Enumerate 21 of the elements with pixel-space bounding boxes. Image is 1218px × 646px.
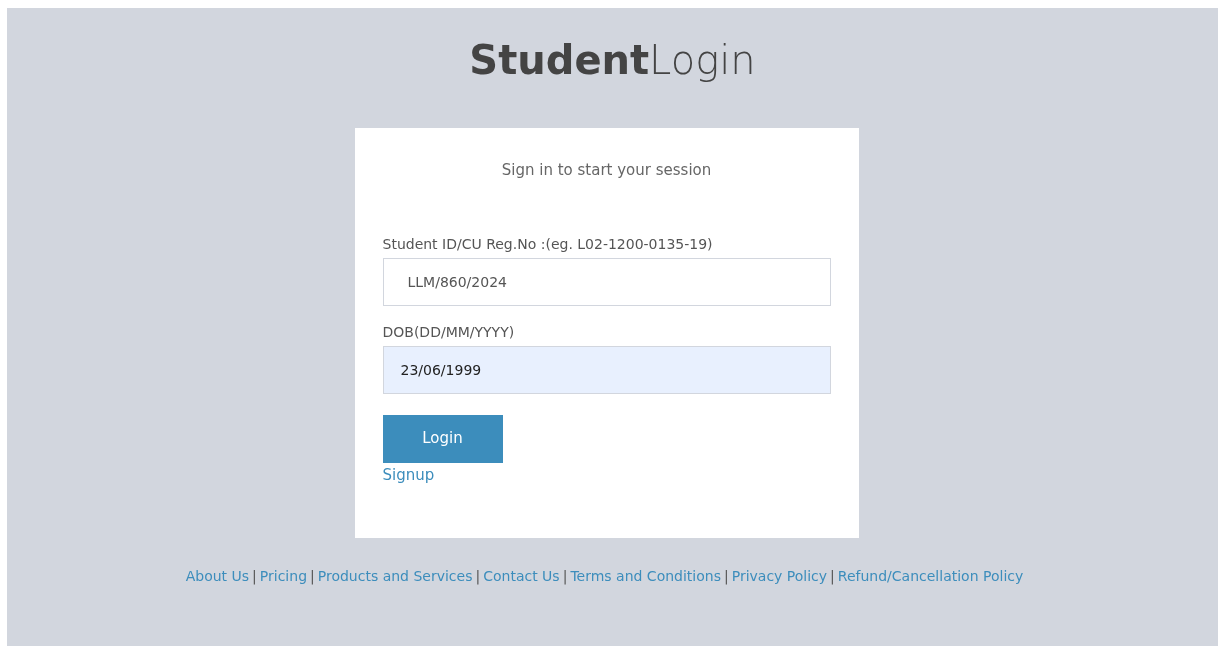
page-title: StudentLogin [469, 36, 756, 85]
link-separator: | [723, 567, 729, 587]
field-label: Student ID/CU Reg.No :(eg. L02-1200-0135-19) [382, 234, 714, 254]
session-message: Sign in to start your session [500, 160, 713, 181]
footer-link[interactable]: Products and Services [317, 566, 473, 587]
footer-link[interactable]: Pricing [259, 566, 308, 587]
input-field[interactable]: 23/06/1999 [382, 345, 831, 394]
signup-link[interactable]: Signup [382, 465, 435, 484]
footer-link[interactable]: Terms and Conditions [570, 566, 721, 587]
field-label: DOB(DD/MM/YYYY) [382, 322, 516, 342]
link-separator: | [475, 567, 481, 587]
link-separator: | [252, 567, 257, 587]
footer-link[interactable]: Refund/Cancellation Policy [837, 566, 1024, 587]
login-button[interactable]: Login [382, 414, 503, 463]
link-separator: | [562, 567, 568, 587]
link-separator: | [830, 567, 835, 587]
footer-link[interactable]: Privacy Policy [731, 566, 828, 587]
input-field[interactable]: LLM/860/2024 [382, 257, 831, 306]
footer-link[interactable]: About Us [185, 566, 250, 587]
link-separator: | [310, 567, 315, 587]
footer-link[interactable]: Contact Us [483, 566, 560, 587]
